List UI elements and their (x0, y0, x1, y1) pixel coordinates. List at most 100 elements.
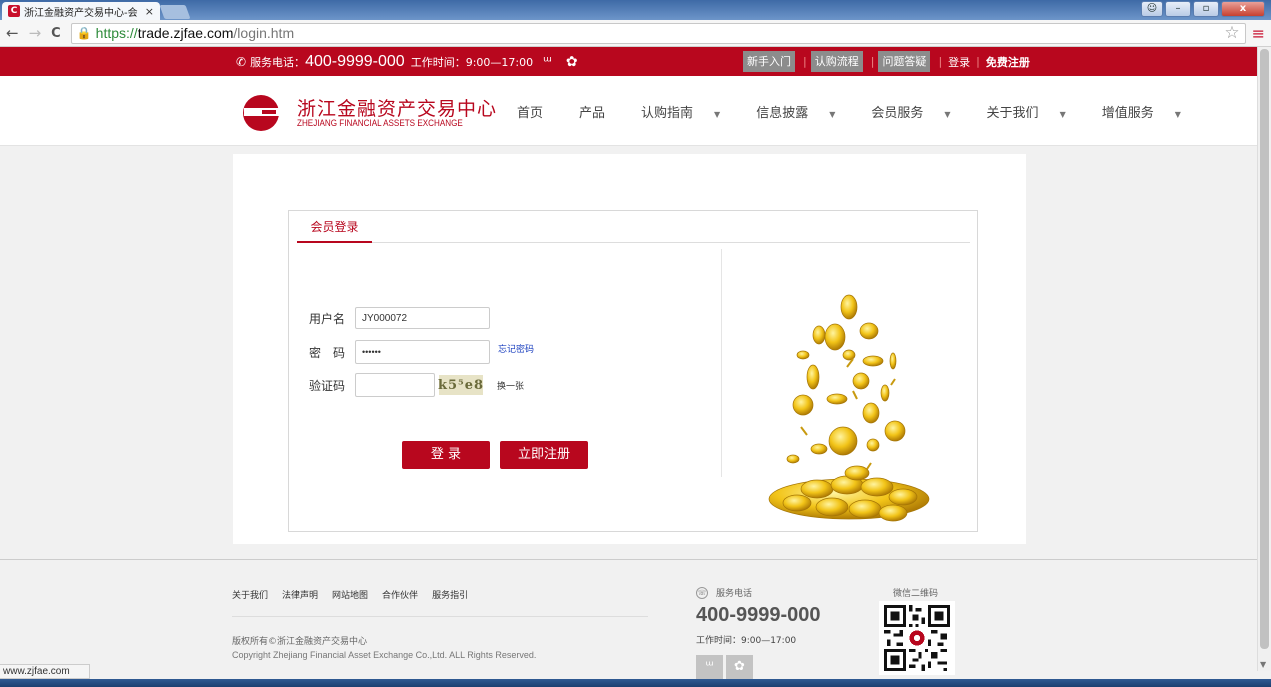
browser-toolbar: ← → C 🔒 https:// trade.zjfae.com /login.… (0, 20, 1271, 47)
logo-icon[interactable] (240, 94, 286, 132)
captcha-label: 验证码 (308, 378, 345, 393)
vertical-scrollbar[interactable]: ▼ (1257, 47, 1271, 671)
footer-link-sitemap[interactable]: 网站地图 (332, 588, 368, 601)
site-topbar: ✆ 服务电话： 400-9999-000 工作时间：9:00—17:00 ᵚ ✿… (0, 47, 1257, 76)
link-newbie[interactable]: 新手入门 (743, 51, 795, 72)
username-row: 用户名 JY000072 (297, 307, 490, 329)
footer-links: 关于我们 法律声明 网站地图 合作伙伴 服务指引 (232, 588, 482, 601)
hotline-number: 400-9999-000 (305, 52, 405, 70)
browser-tabbar: C 浙江金融资产交易中心-会 × ☺ – ▫ x (0, 0, 1271, 20)
url-host: trade.zjfae.com (137, 25, 234, 41)
logo-text-cn: 浙江金融资产交易中心 (297, 98, 498, 120)
minimize-button[interactable]: – (1165, 1, 1191, 17)
link-faq[interactable]: 问题答疑 (878, 51, 931, 72)
user-icon[interactable]: ☺ (1141, 1, 1163, 17)
tab-member-login[interactable]: 会员登录 (297, 219, 372, 243)
refresh-captcha-link[interactable]: 换一张 (497, 379, 524, 392)
bookmark-star-icon[interactable]: ☆ (1224, 23, 1239, 43)
username-input[interactable]: JY000072 (355, 307, 490, 329)
copyright-en: Copyright Zhejiang Financial Asset Excha… (232, 650, 537, 660)
login-button[interactable]: 登 录 (402, 441, 490, 469)
new-tab-button[interactable] (159, 5, 191, 19)
close-tab-icon[interactable]: × (145, 5, 154, 18)
separator: | (870, 55, 875, 68)
nav-label: 会员服务 (871, 106, 924, 121)
nav-label: 关于我们 (986, 106, 1039, 121)
os-taskbar (0, 679, 1271, 687)
url-path: /login.htm (233, 25, 295, 41)
reload-icon[interactable]: C (51, 26, 61, 41)
nav-member[interactable]: 会员服务 ▼ (871, 102, 968, 121)
password-label: 密 码 (308, 345, 345, 360)
nav-label: 首页 (517, 106, 544, 121)
main-nav: 首页 产品 认购指南 ▼ 信息披露 ▼ 会员服务 ▼ 关于我们 ▼ 增值服务 ▼ (517, 102, 1217, 121)
nav-label: 产品 (579, 106, 606, 121)
weibo-icon[interactable]: ᵚ (543, 54, 552, 70)
register-button[interactable]: 立即注册 (500, 441, 588, 469)
separator: | (803, 55, 807, 68)
top-links: 新手入门 | 认购流程 | 问题答疑 | 登录 | 免费注册 (743, 47, 1032, 76)
forgot-password-link[interactable]: 忘记密码 (498, 342, 534, 355)
lock-icon: 🔒 (76, 26, 92, 40)
nav-guide[interactable]: 认购指南 ▼ (641, 102, 738, 121)
nav-products[interactable]: 产品 (579, 102, 623, 121)
footer-link-guide[interactable]: 服务指引 (432, 588, 468, 601)
browser-tab[interactable]: C 浙江金融资产交易中心-会 × (2, 2, 160, 20)
hotline: ✆ 服务电话： 400-9999-000 工作时间：9:00—17:00 ᵚ ✿ (236, 47, 592, 76)
back-icon[interactable]: ← (6, 24, 19, 42)
service-phone-label: ☏ 服务电话 (696, 586, 752, 599)
nav-label: 增值服务 (1101, 106, 1154, 121)
nav-disclosure[interactable]: 信息披露 ▼ (756, 102, 853, 121)
site-footer: 关于我们 法律声明 网站地图 合作伙伴 服务指引 版权所有©浙江金融资产交易中心… (0, 559, 1257, 679)
status-url: www.zjfae.com (0, 664, 90, 679)
gold-coins-illustration (768, 294, 930, 522)
link-process[interactable]: 认购流程 (810, 51, 863, 72)
separator: | (976, 55, 980, 68)
phone-icon: ✆ (236, 54, 247, 69)
address-bar[interactable]: 🔒 https:// trade.zjfae.com /login.htm ☆ (70, 22, 1246, 44)
wechat-icon[interactable]: ✿ (566, 54, 578, 70)
close-window-button[interactable]: x (1221, 1, 1265, 17)
forward-icon[interactable]: → (29, 24, 42, 42)
captcha-image[interactable]: k5⁵e8 (438, 375, 483, 395)
work-hours: 工作时间：9:00—17:00 (410, 55, 534, 69)
wechat-qr-code (879, 601, 955, 675)
tab-title: 浙江金融资产交易中心-会 (24, 7, 138, 19)
copyright-cn: 版权所有©浙江金融资产交易中心 (232, 637, 368, 647)
maximize-button[interactable]: ▫ (1193, 1, 1219, 17)
login-tabs: 会员登录 (297, 219, 970, 243)
footer-divider (232, 616, 648, 617)
top-login-link[interactable]: 登录 (946, 54, 972, 70)
footer-social: ᵚ ✿ (696, 655, 753, 679)
nav-home[interactable]: 首页 (517, 102, 561, 121)
site-header: 浙江金融资产交易中心 ZHEJIANG FINANCIAL ASSETS EXC… (0, 76, 1257, 146)
wechat-icon[interactable]: ✿ (726, 655, 753, 679)
divider (721, 249, 722, 477)
separator: | (938, 55, 943, 68)
login-box: 会员登录 用户名 JY000072 密 码 •••••• 忘记密码 验证码 k5… (288, 210, 978, 532)
captcha-input[interactable] (355, 373, 435, 397)
nav-label: 认购指南 (641, 106, 694, 121)
caret-down-icon: ▼ (1174, 110, 1181, 119)
weibo-icon[interactable]: ᵚ (696, 655, 723, 679)
qr-code-icon (884, 605, 950, 671)
footer-link-partners[interactable]: 合作伙伴 (382, 588, 418, 601)
password-row: 密 码 •••••• 忘记密码 (297, 340, 534, 364)
logo-text-en: ZHEJIANG FINANCIAL ASSETS EXCHANGE (297, 118, 463, 128)
footer-link-about[interactable]: 关于我们 (232, 588, 268, 601)
top-register-link[interactable]: 免费注册 (984, 54, 1032, 70)
password-input[interactable]: •••••• (355, 340, 490, 364)
scroll-down-icon[interactable]: ▼ (1260, 660, 1266, 669)
nav-about[interactable]: 关于我们 ▼ (987, 102, 1084, 121)
hotline-label: 服务电话： (250, 55, 306, 69)
caret-down-icon: ▼ (1059, 110, 1066, 119)
qr-label: 微信二维码 (893, 589, 939, 599)
site-favicon-icon: C (8, 5, 20, 17)
caret-down-icon: ▼ (944, 110, 951, 119)
headset-icon: ☏ (696, 586, 708, 599)
scrollbar-thumb[interactable] (1260, 49, 1269, 649)
footer-link-legal[interactable]: 法律声明 (282, 588, 318, 601)
browser-menu-icon[interactable]: ≡ (1252, 24, 1265, 43)
service-hours: 工作时间：9:00—17:00 (696, 636, 797, 646)
nav-value-added[interactable]: 增值服务 ▼ (1102, 102, 1199, 121)
